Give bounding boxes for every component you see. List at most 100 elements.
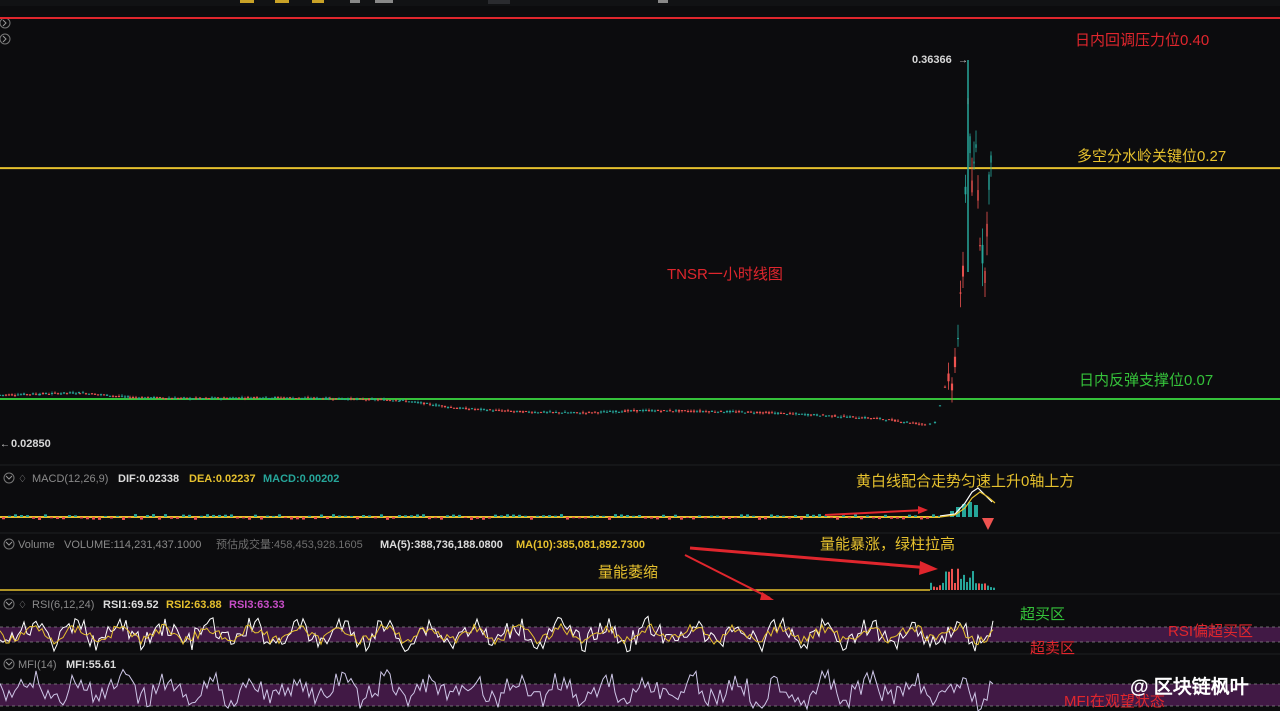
candle-body — [204, 397, 208, 399]
candle-body — [614, 410, 618, 413]
macd-bar — [212, 514, 215, 517]
rsi-bell-icon[interactable]: ♢ — [18, 600, 27, 611]
macd-bar — [776, 515, 779, 517]
macd-bar — [926, 517, 929, 519]
candle-body — [488, 409, 492, 411]
candle-body — [755, 411, 759, 414]
macd-bar — [488, 517, 491, 519]
candle-body — [485, 410, 489, 412]
macd-bar — [416, 514, 419, 517]
candle-body — [267, 398, 271, 400]
macd-bar — [302, 517, 305, 520]
macd-bar — [866, 515, 869, 517]
candle-body — [461, 407, 465, 409]
candle-body — [467, 408, 471, 410]
candle-body — [596, 412, 600, 414]
candle-body — [677, 410, 681, 412]
macd-bar — [446, 515, 449, 517]
volume-name: Volume — [18, 539, 55, 551]
macd-bar — [818, 514, 821, 517]
candle-body — [28, 394, 32, 396]
macd-bar — [500, 515, 503, 517]
candle-body — [704, 411, 708, 413]
macd-bar — [626, 514, 629, 517]
volume-bar — [966, 582, 968, 590]
candle-body — [611, 411, 615, 413]
candle-body — [179, 397, 183, 399]
candle-body — [566, 412, 570, 414]
watermark: @ 区块链枫叶 — [1130, 675, 1249, 698]
macd-bar — [842, 515, 845, 517]
candle-body — [680, 410, 684, 412]
macd-bar — [206, 514, 209, 517]
high-price-marker: 0.36366 — [912, 54, 952, 66]
candle-body — [914, 422, 918, 424]
candle-body — [134, 397, 138, 399]
candle-body — [569, 412, 573, 414]
candle-body — [959, 292, 962, 294]
macd-bar — [110, 517, 113, 519]
candle-body — [161, 397, 165, 399]
candle-body — [824, 415, 828, 417]
macd-bar — [362, 515, 365, 517]
macd-bar — [932, 514, 935, 517]
candle-body — [382, 399, 386, 401]
candle-body — [977, 190, 979, 201]
candle-body — [503, 410, 507, 412]
candle-body — [476, 408, 480, 410]
candle-body — [662, 410, 666, 412]
candle-body — [857, 417, 861, 419]
volume-bar — [969, 577, 971, 590]
candle-body — [975, 144, 977, 148]
candle-body — [87, 393, 91, 395]
candle-body — [407, 401, 411, 403]
macd-bar — [422, 514, 425, 517]
macd-bar — [254, 514, 257, 517]
candle-body — [291, 397, 295, 399]
candle-body — [93, 393, 97, 395]
top-toolbar[interactable] — [0, 0, 1280, 6]
candle-body — [500, 410, 504, 412]
candle-body — [530, 412, 534, 414]
macd-bar — [92, 517, 95, 520]
candle-body — [213, 397, 217, 399]
candle-body — [355, 398, 359, 400]
macd-bar — [332, 514, 335, 517]
candle-body — [201, 398, 205, 400]
candle-body — [394, 400, 398, 402]
candle-body — [990, 155, 992, 163]
candle-body — [455, 408, 459, 410]
candle-body — [575, 412, 579, 414]
candle-body — [515, 410, 519, 412]
rsi-name: RSI(6,12,24) — [32, 599, 94, 611]
macd-bar — [782, 515, 785, 517]
candle-body — [367, 398, 371, 401]
candle-body — [191, 398, 195, 400]
candle-body — [737, 411, 741, 413]
candle-body — [518, 410, 522, 413]
macd-bar — [248, 517, 251, 520]
macd-bar — [356, 517, 359, 520]
macd-bar — [74, 515, 77, 517]
candle-body — [713, 411, 717, 413]
bell-icon[interactable]: ♢ — [18, 474, 27, 485]
macd-bar — [134, 514, 137, 517]
macd-bar — [644, 517, 647, 519]
macd-bar — [614, 514, 617, 517]
candle-body — [848, 416, 852, 418]
candle-body — [114, 395, 118, 397]
volume-bar — [978, 583, 980, 590]
candle-body — [321, 398, 325, 400]
candle-body — [845, 416, 849, 418]
macd-bar — [662, 514, 665, 517]
candle-body — [797, 413, 801, 415]
macd-bar — [788, 517, 791, 519]
volume-bar — [936, 587, 938, 590]
candle-body — [249, 397, 253, 399]
macd-bar — [722, 517, 725, 520]
candle-body — [306, 397, 310, 399]
macd-bar — [410, 515, 413, 517]
macd-bar — [536, 515, 539, 517]
candle-body — [318, 398, 322, 400]
macd-bar — [512, 514, 515, 517]
